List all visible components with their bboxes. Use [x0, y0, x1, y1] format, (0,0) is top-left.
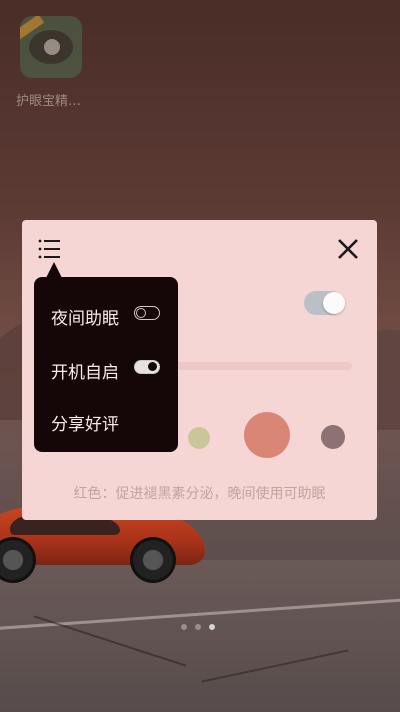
page-dot-active[interactable] — [209, 624, 215, 630]
toggle-knob — [323, 292, 345, 314]
close-button[interactable] — [335, 236, 361, 262]
night-sleep-toggle[interactable] — [134, 306, 160, 320]
filter-toggle[interactable] — [304, 291, 345, 315]
menu-item-night-sleep[interactable]: 夜间助眠 — [51, 304, 119, 329]
menu-item-auto-start[interactable]: 开机自启 — [51, 358, 119, 383]
eye-icon — [29, 30, 73, 64]
page-dot[interactable] — [195, 624, 201, 630]
color-description: 红色：促进褪黑素分泌，晚间使用可助眠 — [73, 486, 326, 502]
toggle-knob — [136, 308, 146, 318]
popup-menu: 夜间助眠 开机自启 分享好评 — [34, 277, 178, 452]
car-wheel — [130, 537, 176, 583]
app-label[interactable]: 护眼宝精… — [16, 90, 96, 109]
close-icon — [338, 239, 358, 259]
swatch-dark[interactable] — [321, 425, 345, 449]
auto-start-toggle[interactable] — [134, 360, 160, 374]
swatch-red[interactable] — [244, 412, 290, 458]
eye-pupil — [44, 39, 60, 55]
page-indicator — [181, 624, 221, 632]
eye-app-icon[interactable] — [20, 16, 82, 78]
intensity-slider[interactable] — [172, 362, 352, 370]
menu-list-icon — [38, 239, 60, 259]
page-dot[interactable] — [181, 624, 187, 630]
popup-arrow — [46, 262, 62, 278]
swatch-green[interactable] — [188, 427, 210, 449]
menu-button[interactable] — [36, 236, 62, 262]
toggle-knob — [148, 362, 157, 371]
menu-item-rate-share[interactable]: 分享好评 — [51, 410, 119, 435]
